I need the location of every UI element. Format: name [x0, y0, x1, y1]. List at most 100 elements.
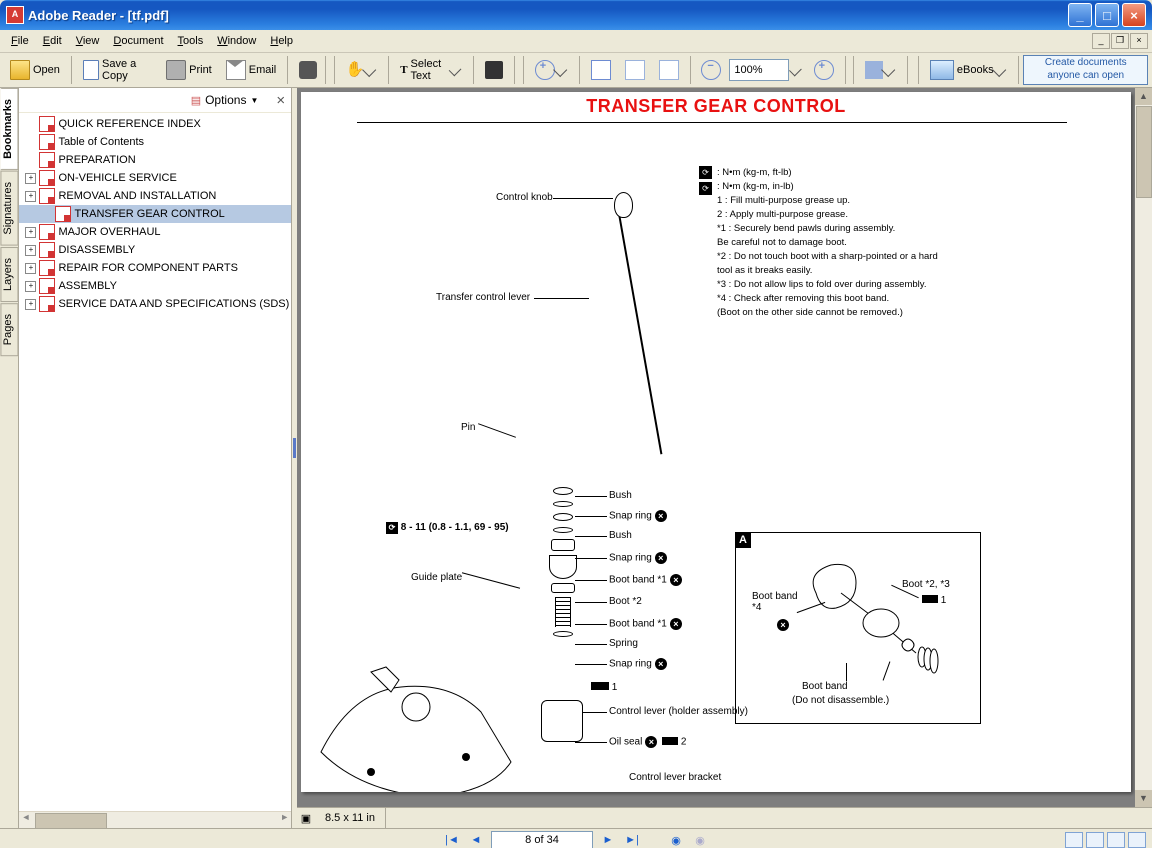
window-close-button[interactable]: × [1122, 3, 1146, 27]
tab-signatures[interactable]: Signatures [0, 171, 18, 246]
bookmark-item[interactable]: PREPARATION [19, 151, 291, 169]
fit-page-button[interactable] [619, 56, 651, 84]
status-left-icon[interactable]: ▣ [297, 812, 315, 825]
label-guide-plate: Guide plate [411, 572, 462, 583]
zoom-value-field[interactable]: 100% [729, 59, 789, 81]
bookmark-item[interactable]: +ASSEMBLY [19, 277, 291, 295]
bookmark-label: DISASSEMBLY [58, 244, 135, 256]
promo-line2: anyone can open [1047, 70, 1124, 81]
nav-back-button[interactable]: ◉ [667, 832, 685, 848]
bookmark-item[interactable]: TRANSFER GEAR CONTROL [19, 205, 291, 223]
document-viewport[interactable]: TRANSFER GEAR CONTROL : N•m (kg-m, ft-lb… [297, 88, 1135, 807]
save-icon [83, 60, 99, 80]
expand-icon[interactable]: + [25, 299, 36, 310]
bookmarks-panel: ▤ Options ▼ QUICK REFERENCE INDEXTable o… [19, 88, 292, 828]
bookmark-label: QUICK REFERENCE INDEX [58, 118, 200, 130]
tab-layers[interactable]: Layers [0, 247, 18, 302]
label-boot-band: Boot band *1× [609, 574, 682, 586]
menu-view[interactable]: View [69, 33, 107, 49]
zoom-in2-button[interactable] [808, 56, 840, 84]
legend-line: (Boot on the other side cannot be remove… [717, 306, 938, 320]
expand-icon[interactable]: + [25, 191, 36, 202]
window-maximize-button[interactable]: □ [1095, 3, 1119, 27]
dropdown-icon[interactable] [789, 64, 802, 77]
bookmark-icon [39, 188, 55, 204]
bookmark-icon [39, 152, 55, 168]
bookmark-icon [55, 206, 71, 222]
bookmark-item[interactable]: + DISASSEMBLY [19, 241, 291, 259]
promo-create-docs-button[interactable]: Create documents anyone can open [1023, 55, 1148, 85]
menu-document[interactable]: Document [106, 33, 170, 49]
menu-edit[interactable]: Edit [36, 33, 69, 49]
bookmark-item[interactable]: +REMOVAL AND INSTALLATION [19, 187, 291, 205]
single-page-button[interactable] [1065, 832, 1083, 848]
bookmark-label: ON-VEHICLE SERVICE [58, 172, 176, 184]
bookmark-item[interactable]: + ON-VEHICLE SERVICE [19, 169, 291, 187]
bookmark-settings-icon[interactable]: ▤ [191, 94, 201, 107]
select-text-label: Select Text [411, 58, 452, 82]
document-vscrollbar[interactable]: ▲ ▼ [1135, 88, 1152, 807]
select-text-button[interactable]: TSelect Text [394, 54, 468, 86]
label-torque: ⟳ 8 - 11 (0.8 - 1.1, 69 - 95) [386, 522, 509, 534]
legend-line: Be careful not to damage boot. [717, 236, 938, 250]
next-page-button[interactable]: ► [599, 832, 617, 848]
search-button[interactable] [293, 57, 323, 83]
print-button[interactable]: Print [160, 56, 218, 84]
open-folder-icon [10, 60, 30, 80]
continuous-facing-button[interactable] [1128, 832, 1146, 848]
bookmark-icon [39, 134, 55, 150]
expand-icon[interactable]: + [25, 263, 36, 274]
toolbar: Open Save a Copy Print Email ✋ TSelect T… [0, 53, 1152, 88]
menu-help[interactable]: Help [263, 33, 300, 49]
menu-tools[interactable]: Tools [171, 33, 211, 49]
bookmark-label: PREPARATION [58, 154, 135, 166]
expand-icon[interactable]: + [25, 227, 36, 238]
last-page-button[interactable]: ►| [623, 832, 641, 848]
options-dropdown[interactable]: Options [205, 93, 246, 107]
label-boot: Boot *2 [609, 596, 642, 607]
fit-width-button[interactable] [653, 56, 685, 84]
prev-page-button[interactable]: ◄ [467, 832, 485, 848]
save-copy-button[interactable]: Save a Copy [77, 54, 158, 86]
mdi-close-button[interactable]: × [1130, 33, 1148, 49]
close-panel-button[interactable] [276, 92, 285, 109]
nav-fwd-button[interactable]: ◉ [691, 832, 709, 848]
facing-button[interactable] [1107, 832, 1125, 848]
label-grease-1: 1 [591, 682, 617, 693]
bookmark-item[interactable]: +SERVICE DATA AND SPECIFICATIONS (SDS) [19, 295, 291, 313]
expand-icon[interactable]: + [25, 173, 36, 184]
window-minimize-button[interactable]: _ [1068, 3, 1092, 27]
zoom-out-button[interactable] [695, 56, 727, 84]
menu-window[interactable]: Window [210, 33, 263, 49]
actual-size-button[interactable] [585, 56, 617, 84]
mdi-restore-button[interactable]: ❐ [1111, 33, 1129, 49]
page-icon [591, 60, 611, 80]
expand-icon[interactable]: + [25, 281, 36, 292]
bookmark-item[interactable]: Table of Contents [19, 133, 291, 151]
bookmarks-hscrollbar[interactable] [19, 811, 291, 828]
tab-bookmarks[interactable]: Bookmarks [0, 88, 18, 170]
first-page-button[interactable]: |◄ [443, 832, 461, 848]
menu-file[interactable]: File [4, 33, 36, 49]
email-button[interactable]: Email [220, 56, 283, 84]
label-control-bracket: Control lever bracket [629, 772, 721, 783]
bookmark-item[interactable]: +REPAIR FOR COMPONENT PARTS [19, 259, 291, 277]
bookmark-icon [39, 242, 55, 258]
bookmark-item[interactable]: QUICK REFERENCE INDEX [19, 115, 291, 133]
label-bush: Bush [609, 530, 632, 541]
menubar: File Edit View Document Tools Window Hel… [0, 30, 1152, 53]
bookmark-icon [39, 260, 55, 276]
continuous-button[interactable] [1086, 832, 1104, 848]
mdi-minimize-button[interactable]: _ [1092, 33, 1110, 49]
binoculars-icon [299, 61, 317, 79]
bookmark-item[interactable]: +MAJOR OVERHAUL [19, 223, 291, 241]
zoom-in-button[interactable] [529, 56, 574, 84]
promo-line1: Create documents [1045, 57, 1127, 68]
open-button[interactable]: Open [4, 56, 66, 84]
read-button[interactable] [859, 57, 902, 83]
hand-tool-button[interactable]: ✋ [340, 58, 384, 82]
expand-icon[interactable]: + [25, 245, 36, 256]
snapshot-button[interactable] [479, 57, 509, 83]
tab-pages[interactable]: Pages [0, 303, 18, 356]
ebooks-button[interactable]: eBooks [924, 57, 1013, 83]
